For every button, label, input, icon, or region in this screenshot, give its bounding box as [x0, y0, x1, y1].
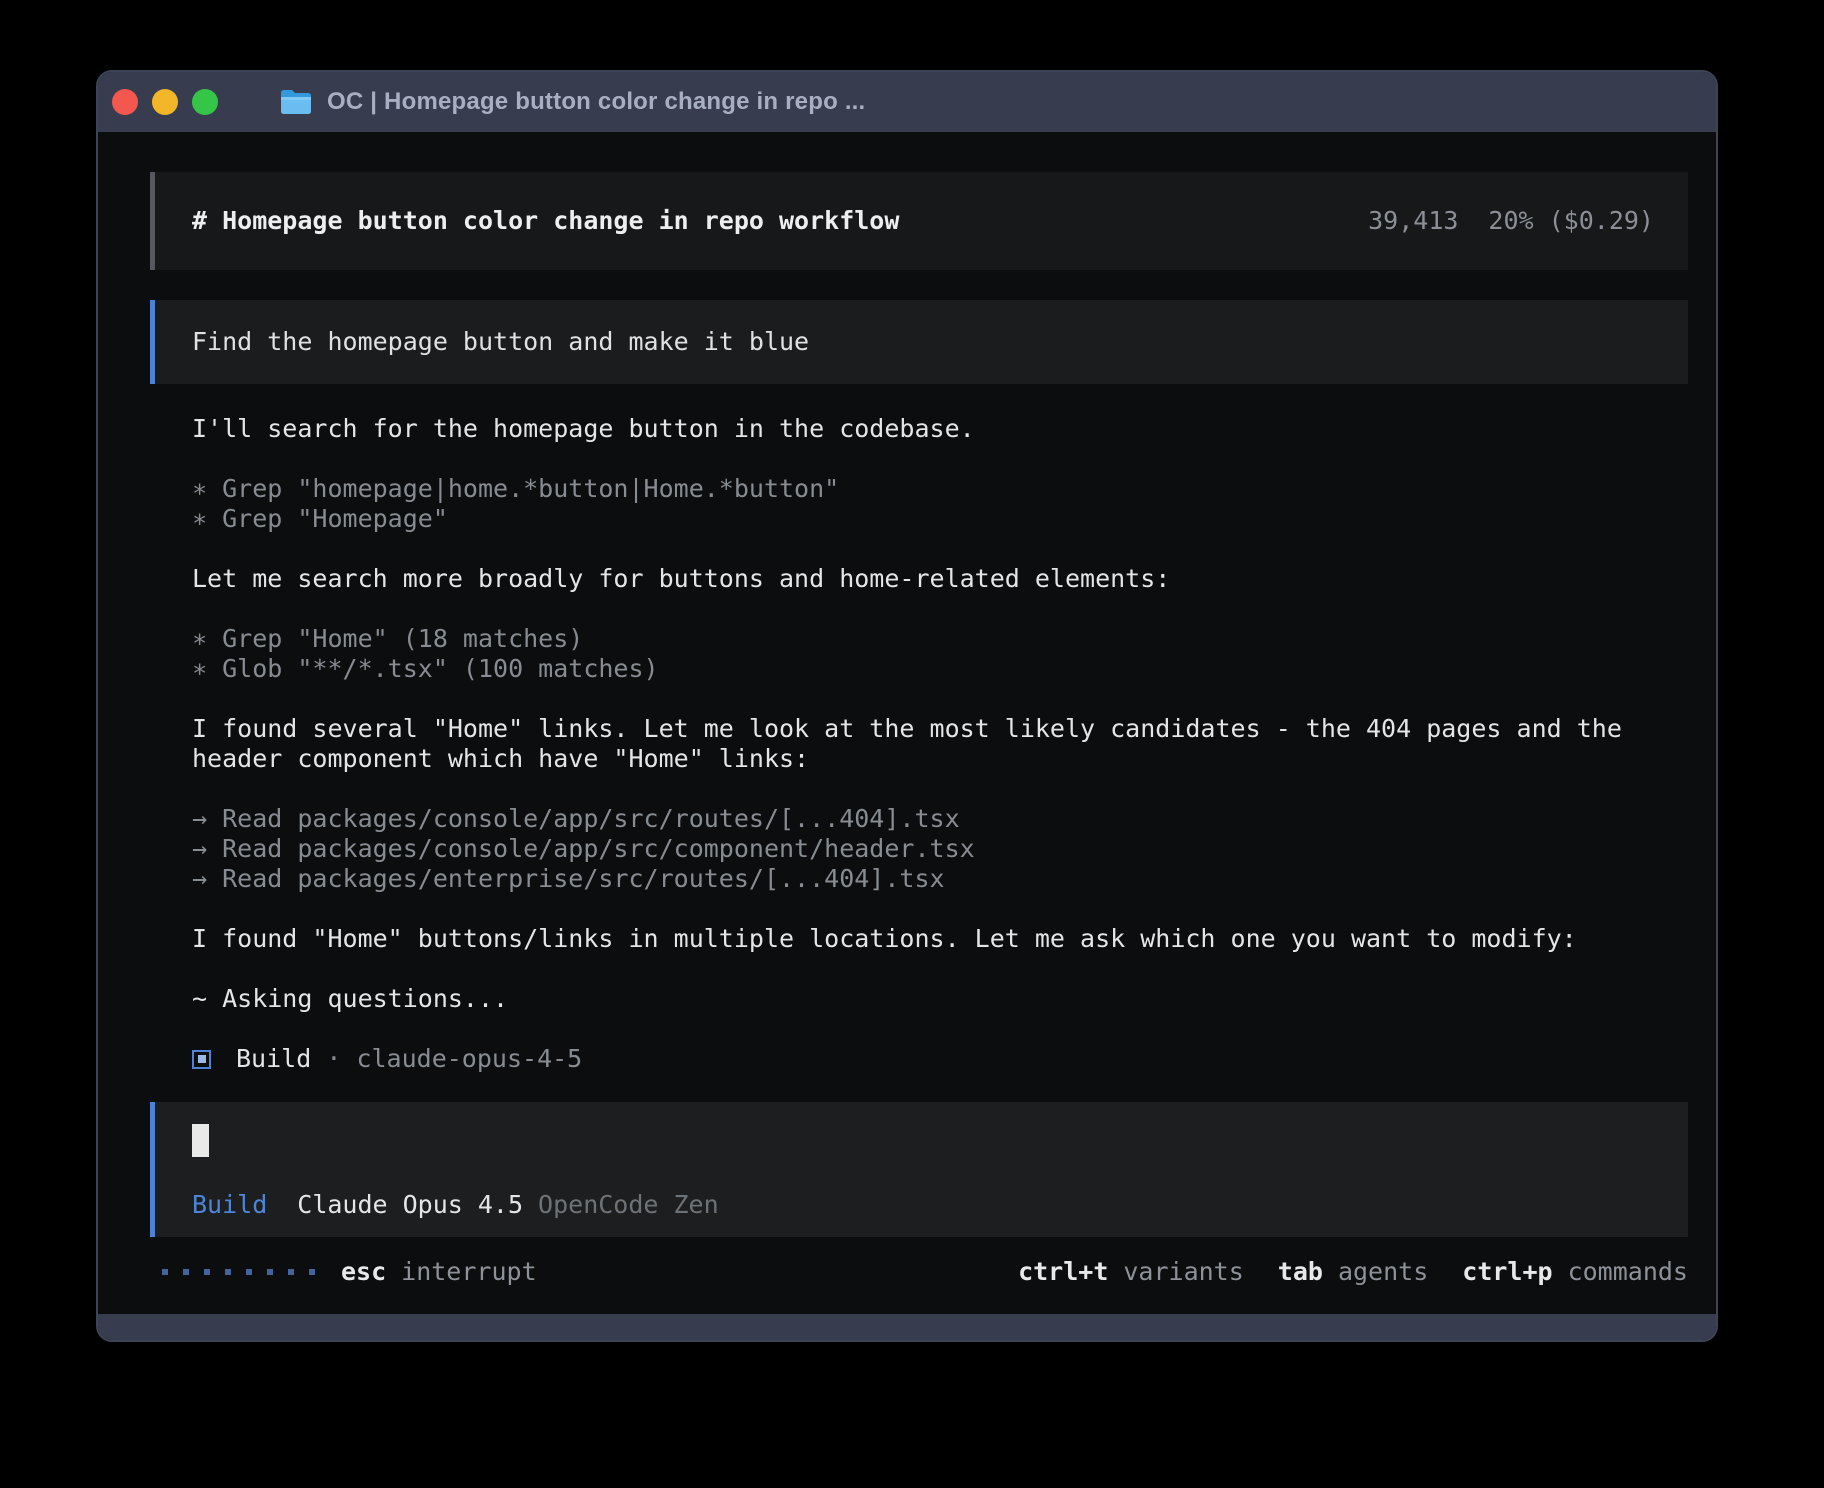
hint-interrupt: interrupt — [401, 1257, 536, 1287]
spinner-dot — [162, 1269, 168, 1275]
tool-call-grep: ∗ Grep "Homepage" — [192, 504, 1688, 534]
spacer — [192, 1014, 1688, 1044]
model-name: claude-opus-4-5 — [356, 1044, 582, 1074]
token-count: 39,413 — [1368, 206, 1458, 236]
maximize-button[interactable] — [192, 89, 218, 115]
hint-agents: agents — [1338, 1257, 1428, 1287]
user-message: Find the homepage button and make it blu… — [150, 300, 1688, 384]
input-provider-label: OpenCode Zen — [538, 1190, 719, 1220]
tool-call-read: → Read packages/enterprise/src/routes/[.… — [192, 864, 1688, 894]
agent-name: Build — [236, 1044, 311, 1074]
spinner-dot — [246, 1269, 252, 1275]
window-title: OC | Homepage button color change in rep… — [327, 88, 865, 116]
conversation: I'll search for the homepage button in t… — [150, 414, 1688, 1074]
shortcut-commands: ctrl+p commands — [1462, 1257, 1688, 1287]
shortcut-agents: tab agents — [1278, 1257, 1428, 1287]
spinner-dot — [267, 1269, 273, 1275]
window-title-bar[interactable]: OC | Homepage button color change in rep… — [98, 72, 1716, 132]
key-ctrl-t: ctrl+t — [1018, 1257, 1108, 1287]
spacer — [192, 684, 1688, 714]
spinner-dots — [162, 1269, 315, 1275]
input-meta: Build Claude Opus 4.5 OpenCode Zen — [192, 1190, 1651, 1220]
spacer — [192, 534, 1688, 564]
context-cost: 20% ($0.29) — [1488, 206, 1654, 236]
key-tab: tab — [1278, 1257, 1323, 1287]
tool-call-read: → Read packages/console/app/src/componen… — [192, 834, 1688, 864]
spinner-dot — [225, 1269, 231, 1275]
tool-call-read: → Read packages/console/app/src/routes/[… — [192, 804, 1688, 834]
close-button[interactable] — [112, 89, 138, 115]
tool-call-glob: ∗ Glob "**/*.tsx" (100 matches) — [192, 654, 1688, 684]
traffic-lights — [112, 89, 218, 115]
user-message-text: Find the homepage button and make it blu… — [192, 327, 809, 357]
status-bar-right: ctrl+t variants tab agents ctrl+p comman… — [1018, 1257, 1688, 1287]
shortcut-variants: ctrl+t variants — [1018, 1257, 1244, 1287]
hint-commands: commands — [1568, 1257, 1688, 1287]
key-ctrl-p: ctrl+p — [1462, 1257, 1552, 1287]
spinner-dot — [288, 1269, 294, 1275]
square-in-square-icon — [192, 1050, 211, 1069]
stats-gap — [1458, 206, 1488, 236]
assistant-message: header component which have "Home" links… — [192, 744, 1688, 774]
window-bottom-bar — [98, 1314, 1716, 1340]
separator-dot: · — [311, 1044, 356, 1074]
assistant-message: I'll search for the homepage button in t… — [192, 414, 1688, 444]
spinner-dot — [183, 1269, 189, 1275]
hint-variants: variants — [1123, 1257, 1243, 1287]
status-bar: esc interrupt ctrl+t variants tab agents… — [150, 1257, 1688, 1287]
spacer — [192, 894, 1688, 924]
minimize-button[interactable] — [152, 89, 178, 115]
tool-call-grep: ∗ Grep "Home" (18 matches) — [192, 624, 1688, 654]
agent-model-row: Build · claude-opus-4-5 — [192, 1044, 1688, 1074]
input-model-label[interactable]: Claude Opus 4.5 — [297, 1190, 523, 1220]
spacer — [192, 444, 1688, 474]
tool-call-grep: ∗ Grep "homepage|home.*button|Home.*butt… — [192, 474, 1688, 504]
spinner-dot — [204, 1269, 210, 1275]
spacer — [192, 594, 1688, 624]
session-title: # Homepage button color change in repo w… — [192, 206, 899, 236]
terminal-content: # Homepage button color change in repo w… — [98, 132, 1716, 1314]
session-header: # Homepage button color change in repo w… — [150, 172, 1688, 270]
prompt-input[interactable]: Build Claude Opus 4.5 OpenCode Zen — [150, 1102, 1688, 1237]
key-esc: esc — [341, 1257, 386, 1287]
terminal-window: OC | Homepage button color change in rep… — [96, 70, 1718, 1342]
assistant-message: I found several "Home" links. Let me loo… — [192, 714, 1688, 744]
assistant-message: Let me search more broadly for buttons a… — [192, 564, 1688, 594]
spinner-dot — [309, 1269, 315, 1275]
spacer — [192, 774, 1688, 804]
assistant-status: ~ Asking questions... — [192, 984, 1688, 1014]
folder-icon — [280, 89, 312, 115]
text-cursor — [192, 1124, 209, 1157]
session-stats: 39,413 20% ($0.29) — [1368, 206, 1654, 236]
input-agent-label[interactable]: Build — [192, 1190, 267, 1220]
assistant-message: I found "Home" buttons/links in multiple… — [192, 924, 1688, 954]
spacer — [192, 954, 1688, 984]
